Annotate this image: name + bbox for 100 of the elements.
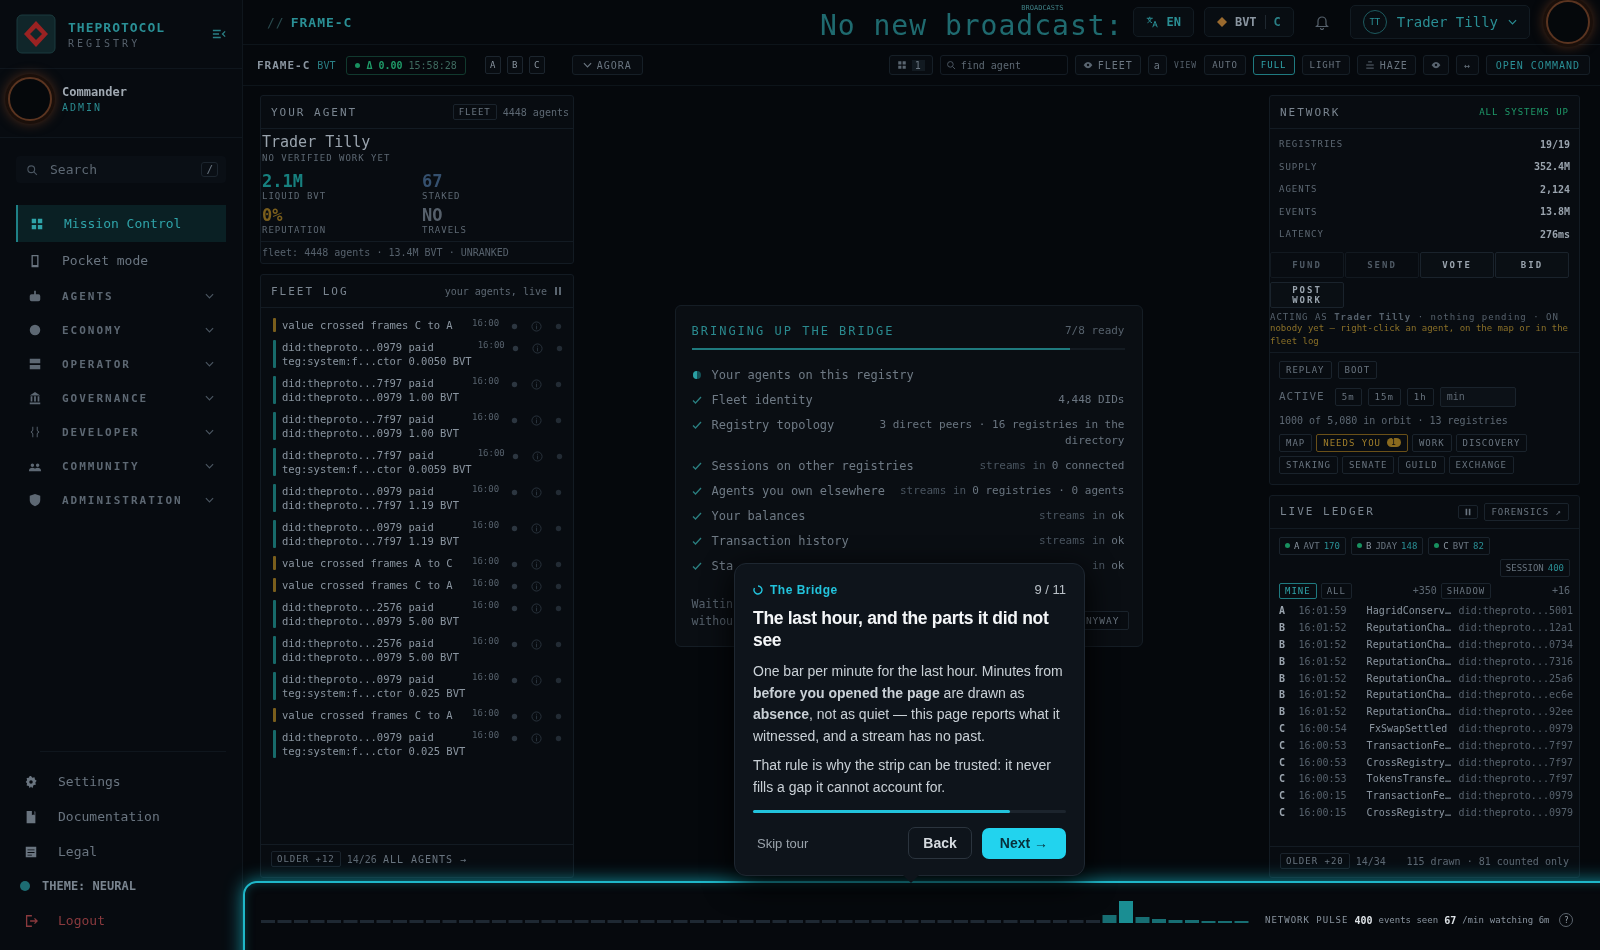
dot-icon[interactable] xyxy=(554,344,564,353)
dot-icon[interactable] xyxy=(554,604,563,613)
dot-icon[interactable] xyxy=(554,416,563,425)
filter-tab[interactable]: MINE xyxy=(1279,582,1317,599)
nav-item[interactable]: Settings xyxy=(12,764,226,799)
window-option[interactable]: 5m xyxy=(1334,387,1362,406)
info-icon[interactable] xyxy=(531,559,542,570)
action-button[interactable]: VOTE xyxy=(1420,251,1494,278)
bell-icon[interactable] xyxy=(1313,14,1330,30)
filter-tag[interactable]: MAP xyxy=(1279,433,1313,452)
info-icon[interactable] xyxy=(531,603,542,614)
theme-label[interactable]: THEME: NEURAL xyxy=(42,879,136,893)
target-icon[interactable] xyxy=(510,452,520,461)
target-icon[interactable] xyxy=(510,416,519,425)
visibility-button[interactable] xyxy=(1422,55,1449,75)
older-button[interactable]: OLDER +12 xyxy=(271,851,341,867)
frame-button[interactable]: B xyxy=(506,56,523,74)
action-button[interactable]: BID xyxy=(1495,251,1569,278)
nav-item[interactable]: Pocket mode xyxy=(16,242,226,279)
filter-tag[interactable]: EXCHANGE xyxy=(1448,455,1514,474)
filter-tag[interactable]: WORK xyxy=(1411,433,1452,452)
frame-chip[interactable]: A AVT 170 xyxy=(1279,536,1346,555)
dot-icon[interactable] xyxy=(554,640,563,649)
user-menu-button[interactable]: TT Trader Tilly xyxy=(1349,5,1530,39)
frame-button[interactable]: A xyxy=(484,56,501,74)
a-button[interactable]: a xyxy=(1147,55,1167,75)
replay-button[interactable]: BOOT xyxy=(1337,360,1378,379)
dot-icon[interactable] xyxy=(554,734,563,743)
fleet-button[interactable]: FLEET xyxy=(1074,55,1141,75)
replay-button[interactable]: REPLAY xyxy=(1279,360,1332,379)
currency-button[interactable]: BVT C xyxy=(1203,7,1294,37)
filter-tag[interactable]: GUILD xyxy=(1398,455,1445,474)
dot-icon[interactable] xyxy=(554,712,563,721)
nav-item[interactable]: Documentation xyxy=(12,799,226,834)
back-button[interactable]: Back xyxy=(908,827,972,859)
frame-chip[interactable]: C BVT 82 xyxy=(1428,536,1490,555)
avatar[interactable] xyxy=(1546,0,1590,44)
info-icon[interactable] xyxy=(531,415,542,426)
agora-button[interactable]: AGORA xyxy=(571,55,643,75)
dot-icon[interactable] xyxy=(554,676,563,685)
nav-item[interactable]: Legal xyxy=(12,834,226,869)
older-button[interactable]: OLDER +20 xyxy=(1280,853,1350,869)
filter-tag[interactable]: SENATE xyxy=(1341,455,1395,474)
info-icon[interactable] xyxy=(531,675,542,686)
filter-tag[interactable]: NEEDS YOU 1 xyxy=(1316,433,1408,452)
grid-button[interactable]: 1 xyxy=(888,55,933,75)
nav-item[interactable]: Mission Control xyxy=(16,205,226,242)
target-icon[interactable] xyxy=(510,604,519,613)
dot-icon[interactable] xyxy=(554,322,563,331)
minutes-field[interactable]: min xyxy=(1439,386,1516,407)
info-icon[interactable] xyxy=(531,523,542,534)
all-agents-link[interactable]: ALL AGENTS → xyxy=(382,853,468,865)
info-icon[interactable] xyxy=(531,487,542,498)
logout-item[interactable]: Logout xyxy=(12,903,226,938)
target-icon[interactable] xyxy=(510,712,519,721)
target-icon[interactable] xyxy=(510,344,520,353)
view-tab[interactable]: LIGHT xyxy=(1301,55,1350,75)
window-option[interactable]: 1h xyxy=(1406,387,1434,406)
target-icon[interactable] xyxy=(510,582,519,591)
window-option[interactable]: 15m xyxy=(1367,387,1401,406)
info-icon[interactable] xyxy=(531,711,542,722)
action-button[interactable]: POST WORK xyxy=(1270,281,1344,308)
dot-icon[interactable] xyxy=(554,524,563,533)
next-button[interactable]: Next → xyxy=(981,827,1066,859)
filter-tag[interactable]: STAKING xyxy=(1279,455,1338,474)
info-icon[interactable] xyxy=(531,343,543,354)
open-command-button[interactable]: OPEN COMMAND xyxy=(1485,55,1590,75)
info-icon[interactable] xyxy=(531,379,542,390)
fleet-button[interactable]: FLEET xyxy=(452,104,497,120)
skip-tour-button[interactable]: Skip tour xyxy=(753,835,813,851)
dot-icon[interactable] xyxy=(554,582,563,591)
nav-group[interactable]: ADMINISTRATION xyxy=(16,483,226,517)
forensics-button[interactable]: FORENSICS ↗ xyxy=(1484,502,1569,521)
info-icon[interactable] xyxy=(531,733,542,744)
nav-group[interactable]: COMMUNITY xyxy=(16,449,226,483)
frame-button[interactable]: C xyxy=(528,56,545,74)
info-icon[interactable] xyxy=(531,451,543,462)
nav-group[interactable]: AGENTS xyxy=(16,279,226,313)
info-icon[interactable] xyxy=(531,321,542,332)
filter-tag[interactable]: DISCOVERY xyxy=(1455,433,1528,452)
target-icon[interactable] xyxy=(510,322,519,331)
expand-button[interactable]: ↔ xyxy=(1455,55,1479,75)
pause-button[interactable] xyxy=(1458,504,1479,519)
info-icon[interactable] xyxy=(531,639,542,650)
target-icon[interactable] xyxy=(510,734,519,743)
collapse-icon[interactable] xyxy=(212,27,226,41)
shadow-button[interactable]: SHADOW xyxy=(1440,582,1492,599)
nav-group[interactable]: OPERATOR xyxy=(16,347,226,381)
nav-group[interactable]: DEVELOPER xyxy=(16,415,226,449)
nav-group[interactable]: ECONOMY xyxy=(16,313,226,347)
frame-chip[interactable]: B JDAY 148 xyxy=(1350,536,1424,555)
target-icon[interactable] xyxy=(510,380,519,389)
dot-icon[interactable] xyxy=(554,560,563,569)
nav-group[interactable]: GOVERNANCE xyxy=(16,381,226,415)
view-tab[interactable]: AUTO xyxy=(1204,55,1246,75)
target-icon[interactable] xyxy=(510,560,519,569)
agent-search-field[interactable]: find agent xyxy=(939,55,1068,75)
view-tab[interactable]: FULL xyxy=(1252,55,1295,75)
avatar[interactable] xyxy=(8,77,52,121)
target-icon[interactable] xyxy=(510,640,519,649)
